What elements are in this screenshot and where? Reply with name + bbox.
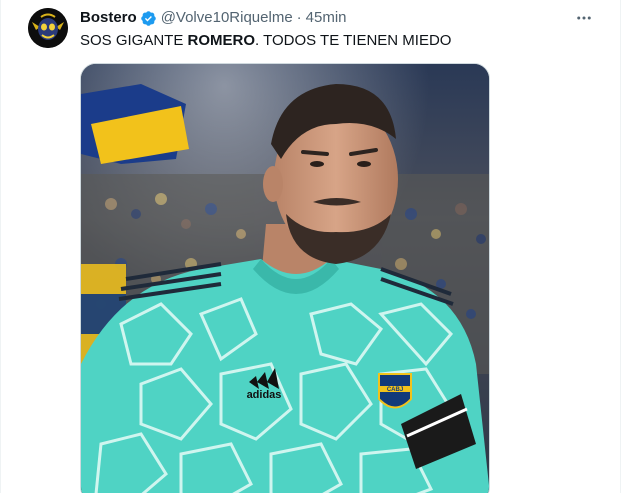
tweet-header: Bostero @Volve10Riquelme · 45min	[80, 9, 347, 27]
avatar[interactable]	[28, 8, 68, 48]
crest-text: CABJ	[387, 387, 403, 393]
more-options-button[interactable]	[574, 8, 594, 28]
more-horizontal-icon	[577, 16, 591, 20]
tweet-text-part1: SOS GIGANTE	[80, 32, 188, 49]
tweet-card[interactable]: Bostero @Volve10Riquelme · 45min SOS GIG…	[0, 0, 621, 493]
separator-dot: ·	[296, 9, 302, 26]
boca-crest-icon: CABJ	[378, 373, 412, 409]
display-name[interactable]: Bostero	[80, 9, 137, 27]
user-handle[interactable]: @Volve10Riquelme	[161, 9, 293, 27]
tweet-text-bold: ROMERO	[187, 32, 256, 49]
jersey-brand: adidas	[247, 389, 282, 401]
timestamp[interactable]: 45min	[306, 9, 347, 27]
tweet-media-photo[interactable]: adidas CABJ	[80, 63, 490, 493]
skull-avatar-icon	[28, 8, 68, 48]
player-photo: adidas CABJ	[81, 64, 489, 493]
verified-badge-icon	[140, 10, 157, 27]
tweet-text: SOS GIGANTE ROMERO. TODOS TE TIENEN MIED…	[80, 31, 451, 51]
tweet-text-part2: . TODOS TE TIENEN MIEDO	[255, 32, 452, 49]
